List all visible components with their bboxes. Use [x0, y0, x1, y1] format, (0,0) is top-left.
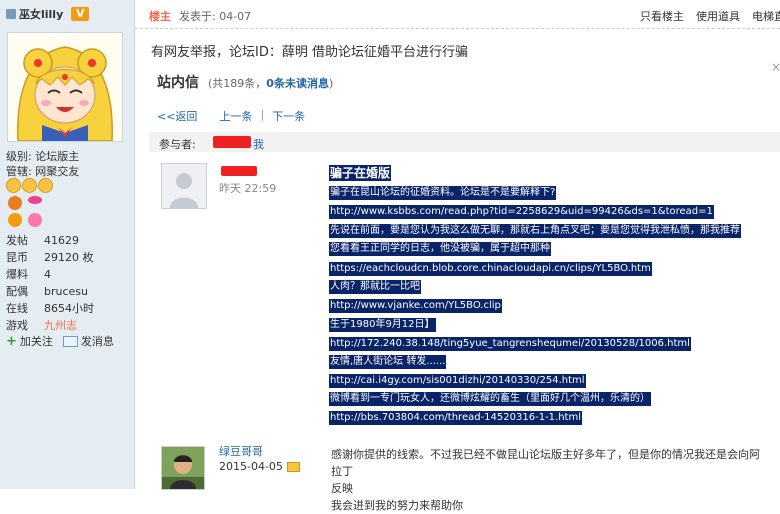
user-actions: + 加关注 发消息 [6, 333, 124, 349]
online-status-icon [6, 9, 16, 19]
reply-date: 2015-04-05 [219, 460, 300, 473]
stat-posts: 发帖 41629 [6, 234, 79, 247]
pm-title: 站内信 [157, 75, 199, 91]
message-link[interactable]: http://cai.i4gy.com/sis001dizhi/20140330… [329, 374, 586, 388]
stat-online: 在线 8654小时 [6, 302, 94, 315]
smiley-icon [22, 178, 37, 193]
user-level: 级别: 论坛版主 [6, 150, 80, 163]
message-line: 您看看王正同学的日志，他没被骗，属于超中那种 [329, 242, 551, 256]
envelope-icon [62, 335, 78, 347]
redacted-sender-name [221, 166, 257, 176]
stat-reports: 爆料 4 [6, 268, 51, 281]
post-time: 发表于: 04-07 [179, 10, 252, 23]
unread-count-link[interactable]: 0条未读消息 [266, 77, 329, 90]
post-content-area: 楼主 发表于: 04-07 只看楼主 使用道具 电梯直达 有网友举报，论坛ID：… [135, 0, 780, 512]
verified-badge: V [71, 7, 90, 21]
reply-text: 感谢你提供的线索。不过我已经不做昆山论坛版主好多年了，但是你的情况我还是会向阿拉… [331, 448, 760, 512]
message-link[interactable]: http://bbs.703804.com/thread-14520316-1-… [329, 411, 582, 425]
message-link[interactable]: http://172.240.38.148/ting5yue_tangrensh… [329, 337, 691, 351]
prev-link[interactable]: 上一条 [219, 108, 252, 124]
replier-name[interactable]: 绿豆哥哥 [219, 443, 263, 459]
user-admin-board: 管辖: 网聚交友 [6, 165, 80, 178]
user-avatar[interactable] [7, 32, 123, 142]
pm-count: (共189条，0条未读消息) [208, 77, 334, 90]
jump-to-floor-link[interactable]: 电梯直达 [752, 8, 780, 24]
smiley-icon [38, 178, 53, 193]
message-subject: 骗子在婚版 [329, 165, 392, 181]
stat-spouse: 配偶 brucesu [6, 285, 88, 298]
next-link[interactable]: 下一条 [272, 108, 305, 124]
message-line: 人肉？那就比一比吧 [329, 280, 421, 294]
medal-icon[interactable] [8, 196, 22, 210]
medal-icon[interactable] [28, 196, 42, 204]
message-line: 微博看到一专门玩女人，还微博炫耀的畜生（里面好几个温州，乐清的） [329, 392, 651, 406]
redacted-name [213, 136, 251, 148]
plus-icon: + [6, 333, 17, 349]
smiley-icon [6, 178, 21, 193]
back-link[interactable]: <<返回 [157, 108, 197, 124]
message-line: 先说在前面，要是您认为我这么做无聊，那就右上角点叉吧；要是您觉得我泄私愤，那我推… [329, 224, 741, 238]
replier-avatar[interactable] [161, 446, 205, 490]
pm-navigation: <<返回 上一条 | 下一条 [157, 108, 306, 124]
sender-avatar[interactable] [161, 163, 207, 209]
user-stats: 发帖 41629 昆币 29120 枚 爆料 4 配偶 brucesu 在线 8654小时… [6, 232, 130, 334]
username[interactable]: 巫女lilly [19, 6, 63, 22]
post-tools: 只看楼主 使用道具 电梯直达 [640, 8, 780, 24]
message-link[interactable]: http://www.vjanke.com/YL5BO.clip [329, 299, 502, 313]
report-text: 有网友举报，论坛ID：薛明 借助论坛征婚平台进行行骗 [151, 45, 468, 60]
only-op-link[interactable]: 只看楼主 [640, 8, 684, 24]
message-link[interactable]: https://eachcloudcn.blob.core.chinacloud… [329, 262, 652, 276]
message-time: 昨天 22:59 [219, 182, 277, 195]
medal-icon[interactable] [8, 213, 22, 227]
stat-game: 游戏 九州志 [6, 317, 77, 334]
floor-label: 楼主 [149, 10, 171, 23]
use-prop-link[interactable]: 使用道具 [696, 8, 740, 24]
stat-coins: 昆币 29120 枚 [6, 251, 94, 264]
user-header: 巫女lilly V [6, 6, 90, 22]
envelope-icon[interactable] [286, 461, 300, 472]
follow-button[interactable]: + 加关注 [6, 333, 53, 349]
flower-medal-icon[interactable] [28, 213, 42, 227]
message-line: 生于1980年9月12日】 [329, 318, 436, 332]
participant-me-link[interactable]: 我 [253, 136, 264, 152]
participants-bar: 参与者: 我 [149, 132, 780, 152]
message-link[interactable]: http://www.ksbbs.com/read.php?tid=225862… [329, 205, 714, 219]
participants-label: 参与者: [159, 138, 196, 151]
send-message-button[interactable]: 发消息 [62, 333, 114, 349]
message-line: 骗子在昆山论坛的征婚资料。论坛是不是要解释下? [329, 186, 557, 200]
post-topbar: 楼主 发表于: 04-07 只看楼主 使用道具 电梯直达 [135, 0, 780, 29]
game-link[interactable]: 九州志 [44, 317, 77, 334]
close-icon[interactable]: × [771, 60, 780, 74]
message-line: 友情,唐人街论坛 转发...... [329, 355, 447, 369]
emoticon-row [6, 178, 54, 193]
user-sidebar: 巫女lilly V 级别: 论坛版主 管辖: 网聚交友 发帖 41629 昆币 … [0, 0, 135, 489]
